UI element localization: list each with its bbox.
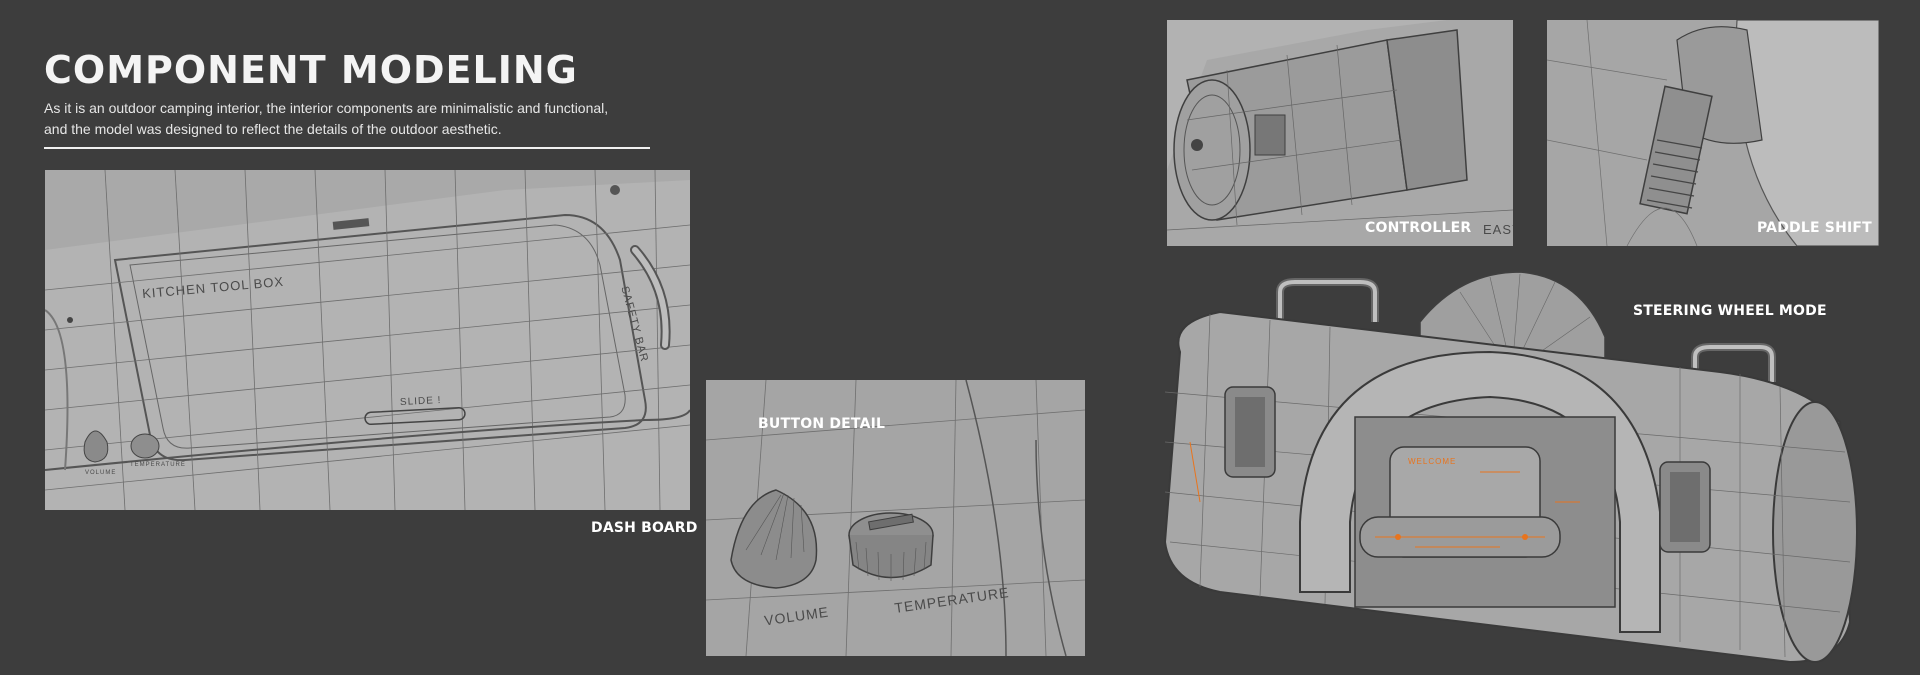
steering-wheel-wireframe bbox=[1163, 271, 1858, 664]
description-line-2: and the model was designed to reflect th… bbox=[44, 121, 502, 137]
dashboard-wireframe bbox=[45, 170, 690, 510]
paddle-shift-render: PADDLE SHIFT bbox=[1547, 20, 1879, 246]
button-detail-caption: BUTTON DETAIL bbox=[758, 416, 886, 432]
dashboard-render: KITCHEN TOOL BOX SAFETY BAR SLIDE ! VOLU… bbox=[45, 170, 690, 510]
dashboard-caption: DASH BOARD bbox=[591, 520, 698, 536]
description-line-1: As it is an outdoor camping interior, th… bbox=[44, 100, 609, 116]
label-slide: SLIDE ! bbox=[399, 394, 442, 409]
title-divider bbox=[44, 147, 650, 149]
paddle-shift-caption: PADDLE SHIFT bbox=[1757, 220, 1872, 236]
page-title: COMPONENT MODELING bbox=[44, 48, 578, 92]
page-description: As it is an outdoor camping interior, th… bbox=[44, 98, 684, 140]
paddle-shift-wireframe bbox=[1547, 20, 1879, 246]
label-easy: EASY bbox=[1483, 222, 1513, 237]
steering-wheel-caption: STEERING WHEEL MODE bbox=[1633, 303, 1827, 319]
controller-render: CONTROLLER EASY bbox=[1167, 20, 1513, 246]
controller-wireframe bbox=[1167, 20, 1513, 246]
steering-wheel-render: WELCOME bbox=[1160, 262, 1860, 672]
button-detail-render: BUTTON DETAIL VOLUME TEMPERATURE bbox=[706, 380, 1085, 656]
label-welcome: WELCOME bbox=[1408, 457, 1457, 466]
label-dash-volume: VOLUME bbox=[85, 470, 117, 476]
controller-caption: CONTROLLER bbox=[1365, 220, 1472, 236]
page: COMPONENT MODELING As it is an outdoor c… bbox=[0, 0, 1920, 675]
label-dash-temperature: TEMPERATURE bbox=[130, 462, 186, 468]
